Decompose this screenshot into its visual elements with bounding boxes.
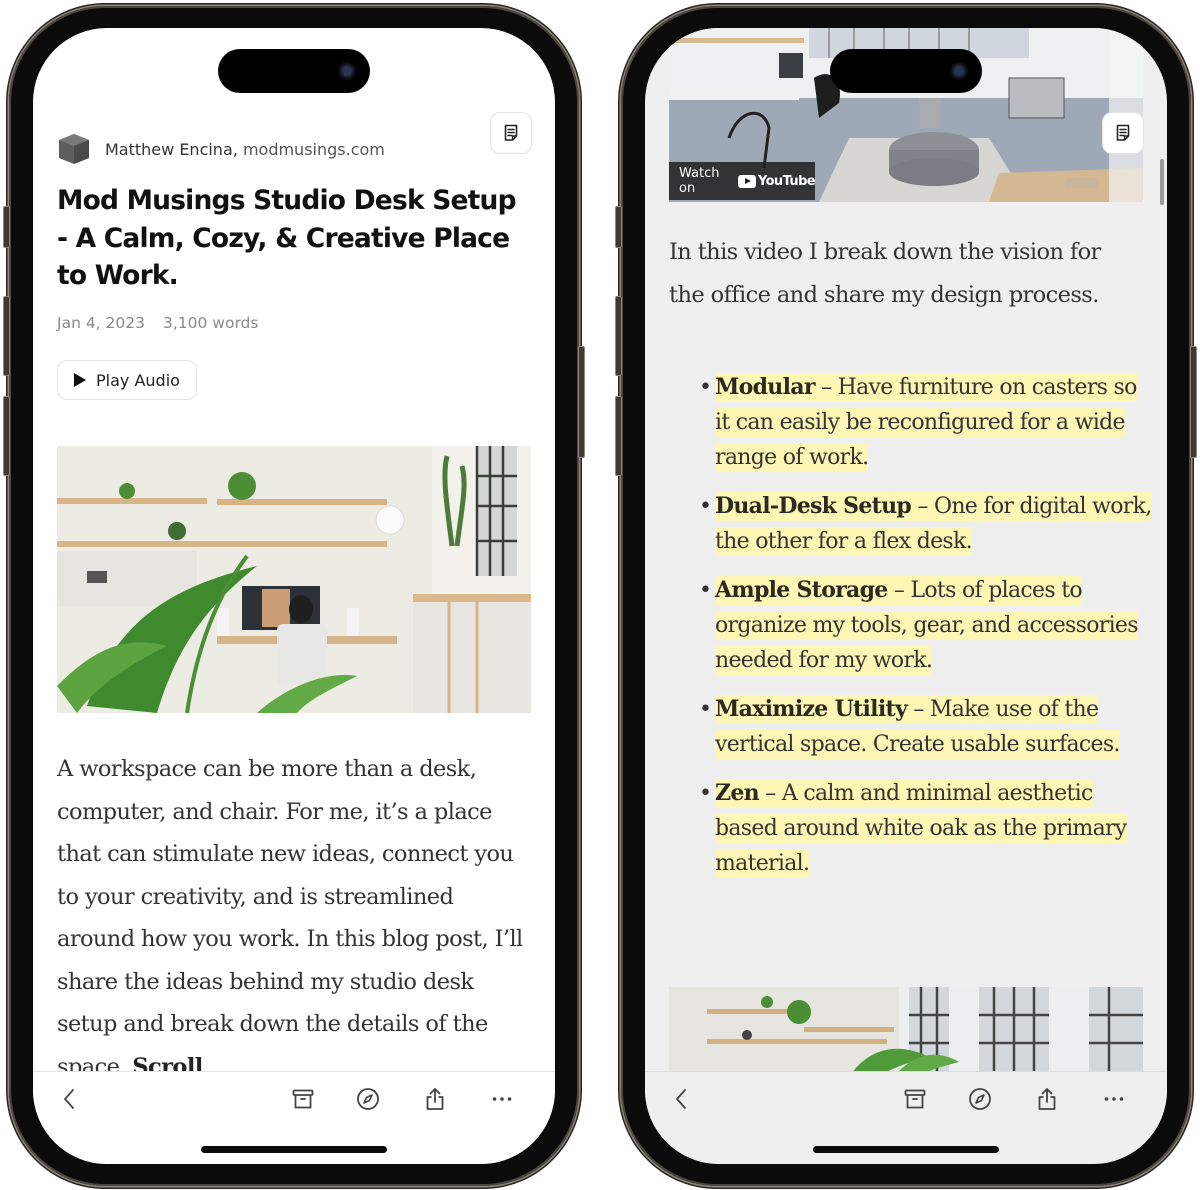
notebook-icon	[504, 124, 518, 141]
action-button	[3, 206, 10, 248]
volume-up-button	[615, 296, 622, 376]
compass-icon	[357, 1088, 379, 1110]
watch-on-label: Watch on	[679, 166, 720, 196]
volume-up-button	[3, 296, 10, 376]
studio-photo-2	[669, 987, 1143, 1077]
video-intro-paragraph: In this video I break down the vision fo…	[669, 239, 1101, 308]
camera-icon	[338, 62, 356, 80]
archive-button[interactable]	[902, 1086, 928, 1112]
notebook-button[interactable]	[490, 112, 532, 154]
bullet-icon: •	[699, 578, 712, 603]
back-chevron-icon	[64, 1089, 74, 1109]
bullet-icon: •	[699, 697, 712, 722]
share-button[interactable]	[422, 1086, 448, 1112]
list-item-term: Zen	[715, 780, 760, 806]
hero-image	[57, 446, 531, 713]
site-domain[interactable]: modmusings.com	[243, 140, 385, 159]
archive-icon	[904, 1089, 926, 1109]
highlight[interactable]: Dual-Desk Setup – One for digital work, …	[715, 492, 1152, 556]
back-button[interactable]	[669, 1086, 695, 1112]
volume-down-button	[3, 396, 10, 476]
scroll-indicator[interactable]	[1160, 159, 1164, 205]
action-button	[615, 206, 622, 248]
youtube-label: YouTube	[757, 173, 816, 189]
bullet-icon: •	[699, 494, 712, 519]
more-button[interactable]	[1101, 1086, 1127, 1112]
highlight[interactable]: Zen – A calm and minimal aesthetic based…	[715, 779, 1127, 878]
archive-icon	[292, 1089, 314, 1109]
screen: Matthew Encina, modmusings.com Mod Musin…	[33, 28, 555, 1164]
phone-left: Matthew Encina, modmusings.com Mod Musin…	[3, 6, 585, 1186]
more-icon	[1104, 1097, 1124, 1101]
power-button	[578, 346, 585, 458]
publish-date: Jan 4, 2023	[57, 314, 145, 332]
list-item-text: – A calm and minimal aesthetic based aro…	[715, 781, 1127, 876]
play-icon	[74, 373, 86, 387]
share-button[interactable]	[1034, 1086, 1060, 1112]
studio-photo	[57, 446, 531, 713]
article-body: A workspace can be more than a desk, com…	[57, 748, 535, 1088]
share-icon	[1038, 1088, 1056, 1110]
list-item: • Ample Storage – Lots of places to organ…	[693, 573, 1153, 678]
power-button	[1190, 346, 1197, 458]
list-item: • Maximize Utility – Make use of the vert…	[693, 692, 1153, 762]
byline: Matthew Encina, modmusings.com	[57, 132, 385, 166]
dynamic-island	[830, 49, 982, 93]
highlight[interactable]: Ample Storage – Lots of places to organi…	[715, 576, 1139, 675]
article-title: Mod Musings Studio Desk Setup - A Calm, …	[57, 185, 517, 291]
notebook-button[interactable]	[1102, 112, 1144, 154]
gray-cube-icon	[59, 134, 89, 164]
list-item-term: Dual-Desk Setup	[715, 493, 912, 519]
back-button[interactable]	[57, 1086, 83, 1112]
camera-icon	[950, 62, 968, 80]
watch-on-youtube-button[interactable]: Watch on YouTube	[669, 162, 816, 200]
list-item-term: Maximize Utility	[715, 696, 908, 722]
home-indicator[interactable]	[201, 1146, 387, 1153]
volume-down-button	[615, 396, 622, 476]
youtube-logo: YouTube	[737, 173, 816, 189]
article-body-text: A workspace can be more than a desk, com…	[57, 756, 523, 1080]
more-button[interactable]	[489, 1086, 515, 1112]
phone-right: Watch on YouTube In this video I break d…	[615, 6, 1197, 1186]
list-item-term: Modular	[715, 374, 815, 400]
bullet-icon: •	[699, 781, 712, 806]
more-icon	[492, 1097, 512, 1101]
open-in-browser-button[interactable]	[967, 1086, 993, 1112]
bullet-icon: •	[699, 375, 712, 400]
list-item: • Modular – Have furniture on casters so …	[693, 370, 1153, 475]
author-name: Matthew Encina,	[105, 139, 238, 159]
home-indicator[interactable]	[813, 1146, 999, 1153]
share-icon	[426, 1088, 444, 1110]
screen: Watch on YouTube In this video I break d…	[645, 28, 1167, 1164]
notebook-icon	[1116, 124, 1130, 141]
open-in-browser-button[interactable]	[355, 1086, 381, 1112]
archive-button[interactable]	[290, 1086, 316, 1112]
word-count: 3,100 words	[162, 314, 259, 332]
highlight[interactable]: Modular – Have furniture on casters so i…	[715, 373, 1137, 472]
list-item: • Zen – A calm and minimal aesthetic base…	[693, 776, 1153, 881]
youtube-play-icon	[737, 174, 756, 188]
list-item-term: Ample Storage	[715, 577, 888, 603]
dynamic-island	[218, 49, 370, 93]
highlight[interactable]: Maximize Utility – Make use of the verti…	[715, 695, 1120, 759]
play-audio-button[interactable]: Play Audio	[57, 360, 197, 400]
article-meta: Jan 4, 2023 3,100 words	[57, 314, 258, 332]
compass-icon	[969, 1088, 991, 1110]
studio-windows-photo	[669, 987, 1143, 1077]
design-principles-list: • Modular – Have furniture on casters so …	[693, 370, 1153, 895]
list-item: • Dual-Desk Setup – One for digital work,…	[693, 489, 1153, 559]
back-chevron-icon	[676, 1089, 686, 1109]
play-audio-label: Play Audio	[96, 370, 180, 390]
